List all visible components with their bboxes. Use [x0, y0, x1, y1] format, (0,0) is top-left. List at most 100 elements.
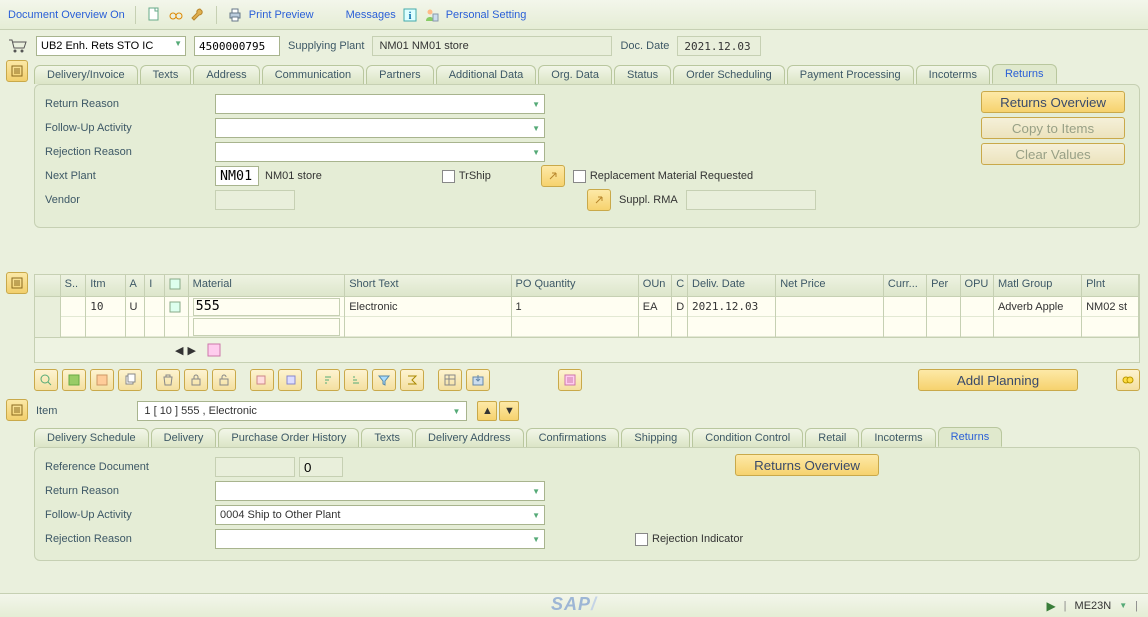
scroll-left-icon[interactable]: ◀ [175, 344, 183, 357]
lock-icon[interactable] [184, 369, 208, 391]
col-net-price[interactable]: Net Price [776, 275, 884, 296]
collapse-item-detail-button[interactable] [6, 399, 28, 421]
personal-icon[interactable] [424, 7, 440, 23]
layout-icon[interactable] [438, 369, 462, 391]
item-tab-condition-control[interactable]: Condition Control [692, 428, 803, 447]
header-tab-delivery-invoice[interactable]: Delivery/Invoice [34, 65, 138, 84]
collapse-items-button[interactable] [6, 272, 28, 294]
header-tab-texts[interactable]: Texts [140, 65, 192, 84]
trship-checkbox[interactable] [442, 170, 455, 183]
col-icon[interactable] [165, 275, 189, 296]
next-plant-code[interactable] [215, 166, 259, 186]
doc-type-select[interactable] [36, 36, 186, 56]
item-tab-shipping[interactable]: Shipping [621, 428, 690, 447]
item-tab-retail[interactable]: Retail [805, 428, 859, 447]
unlock-icon[interactable] [212, 369, 236, 391]
col-s-[interactable]: S.. [61, 275, 87, 296]
doc-number-field[interactable] [194, 36, 280, 56]
col-oun[interactable]: OUn [639, 275, 672, 296]
scroll-right-icon[interactable]: ▶ [187, 344, 195, 357]
sort-asc-icon[interactable] [316, 369, 340, 391]
col-per[interactable]: Per [927, 275, 960, 296]
currency-icon[interactable] [1116, 369, 1140, 391]
grid-settings-icon[interactable] [206, 342, 222, 358]
tcode-dropdown-icon[interactable]: ▼ [1119, 601, 1127, 610]
wrench-icon[interactable] [190, 7, 206, 23]
expand-replace-button[interactable] [541, 165, 565, 187]
status-play-icon[interactable]: ▶ [1046, 599, 1055, 613]
item-followup-combo[interactable]: 0004 Ship to Other Plant [215, 505, 545, 525]
filter-icon[interactable] [372, 369, 396, 391]
col-a[interactable]: A [126, 275, 146, 296]
col-short-text[interactable]: Short Text [345, 275, 511, 296]
header-tab-payment-processing[interactable]: Payment Processing [787, 65, 914, 84]
copy-item-icon[interactable] [250, 369, 274, 391]
default-values-icon[interactable] [558, 369, 582, 391]
collapse-header-button[interactable] [6, 60, 28, 82]
item-return-reason-combo[interactable] [215, 481, 545, 501]
info-icon[interactable]: i [402, 7, 418, 23]
doc-overview-link[interactable]: Document Overview On [8, 9, 125, 21]
rejection-combo[interactable] [215, 142, 545, 162]
item-tab-delivery[interactable]: Delivery [151, 428, 217, 447]
returns-overview-button[interactable]: Returns Overview [981, 91, 1125, 113]
col-i[interactable]: I [145, 275, 165, 296]
expand-rma-button[interactable] [587, 189, 611, 211]
item-tab-texts[interactable]: Texts [361, 428, 413, 447]
col-opu[interactable]: OPU [961, 275, 994, 296]
item-tab-returns[interactable]: Returns [938, 427, 1003, 447]
cell[interactable] [189, 297, 346, 317]
return-reason-combo[interactable] [215, 94, 545, 114]
sum-icon[interactable] [400, 369, 424, 391]
item-returns-overview-button[interactable]: Returns Overview [735, 454, 879, 476]
item-rejection-combo[interactable] [215, 529, 545, 549]
row-selector[interactable] [35, 297, 61, 317]
col-matl-group[interactable]: Matl Group [994, 275, 1082, 296]
header-tab-additional-data[interactable]: Additional Data [436, 65, 537, 84]
col-c[interactable]: C [672, 275, 688, 296]
header-tab-status[interactable]: Status [614, 65, 671, 84]
prev-item-button[interactable]: ▲ [477, 401, 497, 421]
detail-icon[interactable] [34, 369, 58, 391]
item-tab-confirmations[interactable]: Confirmations [526, 428, 620, 447]
col-plnt[interactable]: Plnt [1082, 275, 1139, 296]
replace-checkbox[interactable] [573, 170, 586, 183]
table-row[interactable]: 10UElectronic1EAD2021.12.03Adverb AppleN… [35, 297, 1139, 317]
glasses-icon[interactable] [168, 7, 184, 23]
col-po-quantity[interactable]: PO Quantity [512, 275, 639, 296]
col-curr-[interactable]: Curr... [884, 275, 927, 296]
item-tab-delivery-schedule[interactable]: Delivery Schedule [34, 428, 149, 447]
personal-setting-link[interactable]: Personal Setting [446, 9, 527, 21]
header-tab-order-scheduling[interactable]: Order Scheduling [673, 65, 785, 84]
deselect-all-icon[interactable] [90, 369, 114, 391]
item-tab-delivery-address[interactable]: Delivery Address [415, 428, 524, 447]
grid-corner[interactable] [35, 275, 61, 296]
table-row[interactable] [35, 317, 1139, 337]
header-tab-incoterms[interactable]: Incoterms [916, 65, 990, 84]
header-tab-org-data[interactable]: Org. Data [538, 65, 612, 84]
sort-desc-icon[interactable] [344, 369, 368, 391]
export-icon[interactable] [466, 369, 490, 391]
item-tab-purchase-order-history[interactable]: Purchase Order History [218, 428, 359, 447]
printer-icon[interactable] [227, 7, 243, 23]
cell[interactable] [189, 317, 346, 337]
delete-icon[interactable] [156, 369, 180, 391]
header-tab-partners[interactable]: Partners [366, 65, 434, 84]
chevron-down-icon[interactable]: ▼ [174, 39, 182, 48]
new-doc-icon[interactable] [146, 7, 162, 23]
select-all-icon[interactable] [62, 369, 86, 391]
copy-icon[interactable] [118, 369, 142, 391]
header-tab-communication[interactable]: Communication [262, 65, 364, 84]
paste-item-icon[interactable] [278, 369, 302, 391]
rejection-indicator-checkbox[interactable] [635, 533, 648, 546]
header-tab-returns[interactable]: Returns [992, 64, 1057, 84]
addl-planning-button[interactable]: Addl Planning [918, 369, 1078, 391]
item-tab-incoterms[interactable]: Incoterms [861, 428, 935, 447]
row-selector[interactable] [35, 317, 61, 337]
followup-combo[interactable] [215, 118, 545, 138]
col-material[interactable]: Material [189, 275, 346, 296]
next-item-button[interactable]: ▼ [499, 401, 519, 421]
messages-link[interactable]: Messages [346, 9, 396, 21]
print-preview-link[interactable]: Print Preview [249, 9, 314, 21]
item-selector[interactable]: 1 [ 10 ] 555 , Electronic [137, 401, 467, 421]
